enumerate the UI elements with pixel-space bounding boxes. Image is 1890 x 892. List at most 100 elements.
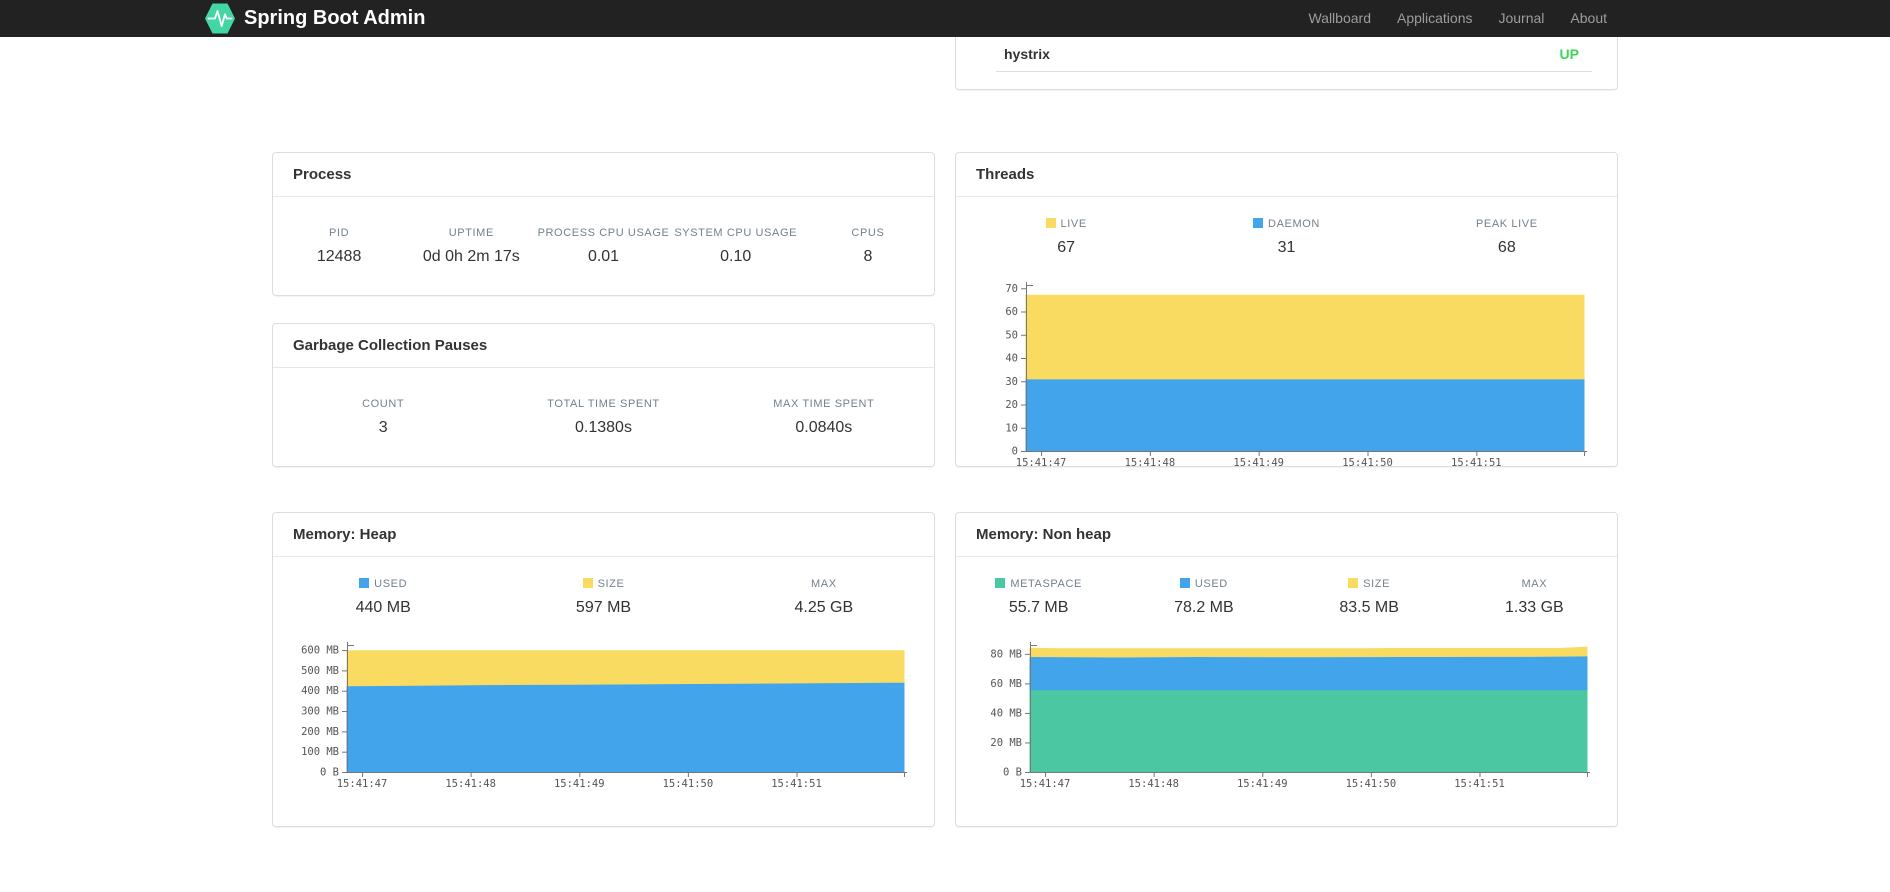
stat-label: PEAK LIVE (1475, 218, 1538, 230)
stat-label: MAX TIME SPENT (773, 397, 875, 410)
memory-heap-chart: 0 B 100 MB 200 MB 300 MB 400 MB 500 MB 600 MB 1… (301, 642, 907, 790)
stat-nonheap-used: USED 78.2 MB (1121, 578, 1286, 641)
stat-value: 55.7 MB (1008, 599, 1069, 616)
stat-value: 0d 0h 2m 17s (422, 247, 520, 265)
memory-heap-card: Memory: Heap USED 440 MB SIZE 597 MB MAX… (272, 512, 935, 827)
stat-cpus: CPUS 8 (802, 227, 934, 266)
svg-text:15:41:47: 15:41:47 (337, 778, 388, 790)
navbar-inner: Spring Boot Admin Wallboard Applications… (205, 0, 1620, 37)
memory-nonheap-chart: 0 B 20 MB 40 MB 60 MB 80 MB 15:41:47 15:41:48 1… (990, 642, 1590, 790)
stat-value: 78.2 MB (1174, 599, 1234, 616)
stat-label: SYSTEM CPU USAGE (674, 226, 798, 239)
stat-label: LIVE (956, 218, 1176, 230)
chart-areas (1029, 646, 1588, 773)
stat-heap-used: USED 440 MB (273, 578, 493, 641)
svg-text:15:41:47: 15:41:47 (1016, 457, 1067, 468)
application-name[interactable]: hystrix (1004, 46, 1050, 62)
svg-text:10: 10 (1005, 422, 1018, 434)
svg-text:200 MB: 200 MB (301, 726, 339, 738)
stat-label: UPTIME (448, 226, 494, 239)
svg-text:80 MB: 80 MB (990, 648, 1022, 660)
svg-text:15:41:51: 15:41:51 (771, 778, 822, 790)
memory-nonheap-legend: METASPACE 55.7 MB USED 78.2 MB SIZE 83.5… (956, 557, 1617, 641)
svg-text:15:41:50: 15:41:50 (1346, 778, 1397, 790)
svg-text:20 MB: 20 MB (990, 737, 1022, 749)
process-stats: PID 12488 UPTIME 0d 0h 2m 17s PROCESS CP… (273, 197, 934, 295)
threads-card: Threads LIVE 67 DAEMON 31 PEAK LIVE 68 0… (955, 152, 1618, 468)
stat-pid: PID 12488 (273, 227, 405, 266)
svg-text:500 MB: 500 MB (301, 665, 339, 677)
live-legend-swatch (1045, 218, 1056, 228)
stat-value: 4.25 GB (794, 599, 854, 616)
application-row[interactable]: hystrix UP (956, 37, 1617, 71)
stat-value: 0.10 (720, 247, 752, 265)
svg-text:15:41:48: 15:41:48 (1125, 457, 1176, 468)
nav-item-wallboard[interactable]: Wallboard (1295, 0, 1384, 37)
daemon-legend-swatch (1253, 218, 1264, 228)
stat-label: PID (329, 226, 350, 239)
svg-text:40: 40 (1005, 353, 1018, 365)
stat-nonheap-size: SIZE 83.5 MB (1287, 578, 1452, 641)
stat-value: 8 (863, 247, 873, 265)
nav-item-about[interactable]: About (1557, 0, 1620, 37)
nav-item-applications[interactable]: Applications (1384, 0, 1486, 37)
svg-text:60 MB: 60 MB (990, 678, 1022, 690)
svg-text:15:41:49: 15:41:49 (554, 778, 605, 790)
stat-value: 3 (378, 418, 388, 436)
stat-value: 0.0840s (795, 418, 853, 436)
application-row-divider (996, 71, 1592, 72)
stat-value: 1.33 GB (1505, 599, 1564, 616)
main-content: hystrix UP Process PID 12488 UPTIME 0d 0… (272, 37, 1618, 827)
brand[interactable]: Spring Boot Admin (205, 2, 425, 35)
stat-value: 68 (1497, 239, 1516, 256)
svg-text:70: 70 (1005, 283, 1018, 295)
stat-threads-daemon: DAEMON 31 (1176, 218, 1396, 281)
process-card-title: Process (273, 153, 934, 197)
stat-nonheap-metaspace: METASPACE 55.7 MB (956, 578, 1121, 641)
gc-pauses-card: Garbage Collection Pauses COUNT 3 TOTAL … (272, 323, 935, 467)
stat-label: COUNT (362, 397, 405, 410)
stat-label: PROCESS CPU USAGE (537, 226, 670, 239)
svg-text:400 MB: 400 MB (301, 685, 339, 697)
stat-gc-max-time: MAX TIME SPENT 0.0840s (714, 398, 934, 437)
stat-value: 0.1380s (575, 418, 632, 436)
svg-text:15:41:49: 15:41:49 (1233, 457, 1284, 468)
top-navbar: Spring Boot Admin Wallboard Applications… (0, 0, 1890, 37)
stat-system-cpu-usage: SYSTEM CPU USAGE 0.10 (670, 227, 802, 266)
svg-text:30: 30 (1005, 376, 1018, 388)
used-legend-swatch (359, 578, 370, 588)
memory-nonheap-card-title: Memory: Non heap (956, 513, 1617, 557)
application-status-badge: UP (1559, 46, 1579, 62)
stat-label: MAX (811, 578, 837, 590)
stat-value: 0.01 (587, 247, 620, 265)
svg-text:50: 50 (1005, 329, 1018, 341)
stat-nonheap-max: MAX 1.33 GB (1452, 578, 1617, 641)
stat-threads-peak-live: PEAK LIVE 68 (1397, 218, 1617, 281)
navbar-links: Wallboard Applications Journal About (1295, 0, 1620, 37)
stat-value: 31 (1277, 239, 1296, 256)
chart-areas (1025, 294, 1585, 452)
chart-areas (346, 650, 905, 773)
right-column: Threads LIVE 67 DAEMON 31 PEAK LIVE 68 0… (955, 152, 1618, 468)
nav-item-journal[interactable]: Journal (1485, 0, 1557, 37)
size-legend-swatch (1348, 578, 1359, 588)
size-legend-swatch (582, 578, 593, 588)
threads-card-title: Threads (956, 153, 1617, 197)
svg-text:600 MB: 600 MB (301, 645, 339, 657)
svg-text:20: 20 (1005, 399, 1018, 411)
stat-gc-count: COUNT 3 (273, 398, 493, 437)
svg-text:15:41:51: 15:41:51 (1454, 778, 1505, 790)
stat-value: 597 MB (575, 599, 632, 616)
stat-label: CPUS (851, 226, 885, 239)
svg-text:15:41:50: 15:41:50 (1342, 457, 1393, 468)
gc-card-title: Garbage Collection Pauses (273, 324, 934, 368)
memory-heap-card-title: Memory: Heap (273, 513, 934, 557)
svg-text:100 MB: 100 MB (301, 746, 339, 758)
stat-heap-size: SIZE 597 MB (493, 578, 713, 641)
svg-text:0 B: 0 B (320, 767, 339, 779)
brand-title: Spring Boot Admin (244, 7, 426, 29)
stat-label: SIZE (1287, 578, 1452, 590)
svg-text:0: 0 (1012, 446, 1018, 458)
stat-threads-live: LIVE 67 (956, 218, 1176, 281)
stat-uptime: UPTIME 0d 0h 2m 17s (405, 227, 537, 266)
